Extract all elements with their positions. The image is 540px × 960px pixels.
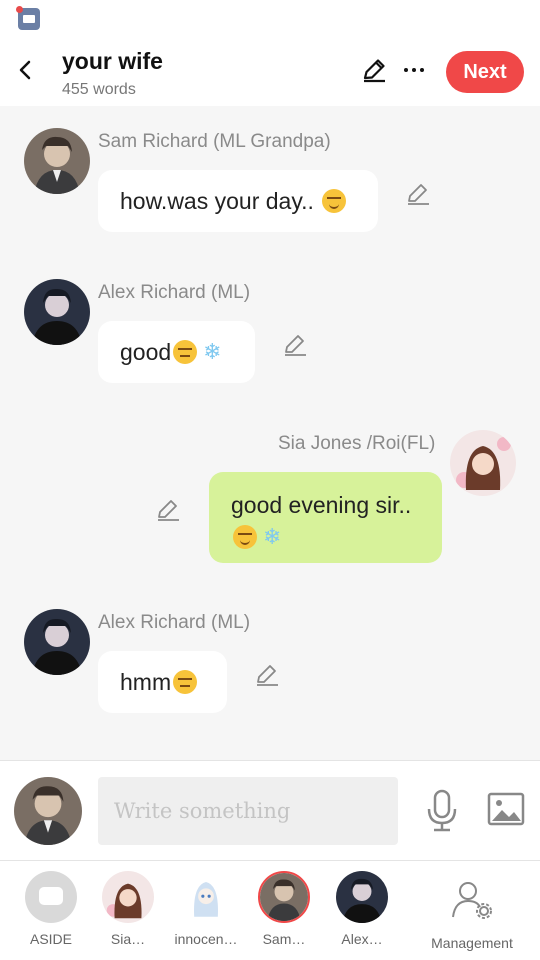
tab-label: Management (431, 935, 513, 951)
edit-message-icon[interactable] (155, 497, 181, 523)
header: your wife 455 words Next (0, 40, 540, 106)
back-arrow-icon[interactable] (14, 58, 38, 82)
message-text: good (120, 338, 172, 365)
sender-name: Sia Jones /Roi(FL) (278, 433, 436, 454)
avatar-alex-richard (336, 871, 388, 923)
aside-icon (25, 871, 77, 923)
tab-label: innocen… (174, 931, 238, 947)
microphone-icon[interactable] (424, 789, 460, 833)
edit-message-icon[interactable] (254, 662, 280, 688)
sender-name: Alex Richard (ML) (98, 282, 251, 303)
image-icon[interactable] (487, 791, 525, 827)
message-input[interactable] (98, 777, 398, 845)
tab-management[interactable]: Management (426, 871, 518, 951)
smiling-emoji-icon (233, 524, 257, 549)
message-text: hmm (120, 668, 172, 695)
tab-label: ASIDE (29, 931, 72, 947)
message-text: good evening sir.. (231, 492, 412, 518)
tab-alex[interactable]: Alex… (328, 871, 396, 947)
avatar-sia-jones[interactable] (450, 430, 516, 496)
avatar-sam-richard (258, 871, 310, 923)
word-count: 455 words (62, 81, 136, 98)
avatar-sam-richard[interactable] (24, 128, 90, 194)
avatar-sia-jones (102, 871, 154, 923)
edit-message-icon[interactable] (282, 332, 308, 358)
tab-sam[interactable]: Sam… (250, 871, 318, 947)
my-message-bubble[interactable]: good evening sir.. ❄ (209, 472, 442, 563)
status-bar (0, 0, 540, 40)
tab-label: Alex… (341, 931, 383, 947)
tab-aside[interactable]: ASIDE (22, 871, 80, 947)
edit-message-icon[interactable] (405, 181, 431, 207)
avatar-innocent (180, 871, 232, 923)
tab-innocent[interactable]: innocen… (172, 871, 240, 947)
unamused-emoji-icon (173, 340, 198, 364)
chat-area: Sam Richard (ML Grandpa) how.was your da… (0, 106, 540, 760)
snowflake-icon: ❄ (203, 339, 222, 364)
page-title: your wife (62, 48, 163, 74)
next-button[interactable]: Next (446, 51, 524, 93)
message-bubble[interactable]: good ❄ (98, 321, 255, 383)
app-notification-icon (16, 6, 40, 30)
tab-label: Sam… (262, 931, 306, 947)
current-speaker-avatar[interactable] (14, 777, 82, 845)
tab-sia[interactable]: Sia… (94, 871, 162, 947)
sender-name: Sam Richard (ML Grandpa) (98, 131, 331, 152)
more-options-icon[interactable] (402, 58, 426, 82)
edit-pen-icon[interactable] (360, 56, 388, 84)
avatar-alex-richard[interactable] (24, 609, 90, 675)
snowflake-icon: ❄ (263, 523, 282, 549)
composer-bar (0, 760, 540, 860)
avatar-alex-richard[interactable] (24, 279, 90, 345)
unamused-emoji-icon (173, 670, 198, 694)
user-settings-icon (452, 882, 492, 919)
message-text: how.was your day.. (120, 187, 314, 214)
message-bubble[interactable]: how.was your day.. (98, 170, 378, 232)
smiling-emoji-icon (322, 189, 347, 213)
message-bubble[interactable]: hmm (98, 651, 227, 713)
sender-name: Alex Richard (ML) (98, 612, 251, 633)
tab-label: Sia… (110, 931, 146, 947)
character-bar: ASIDE Sia… innocen… Sam… Alex… Managemen… (0, 860, 540, 960)
